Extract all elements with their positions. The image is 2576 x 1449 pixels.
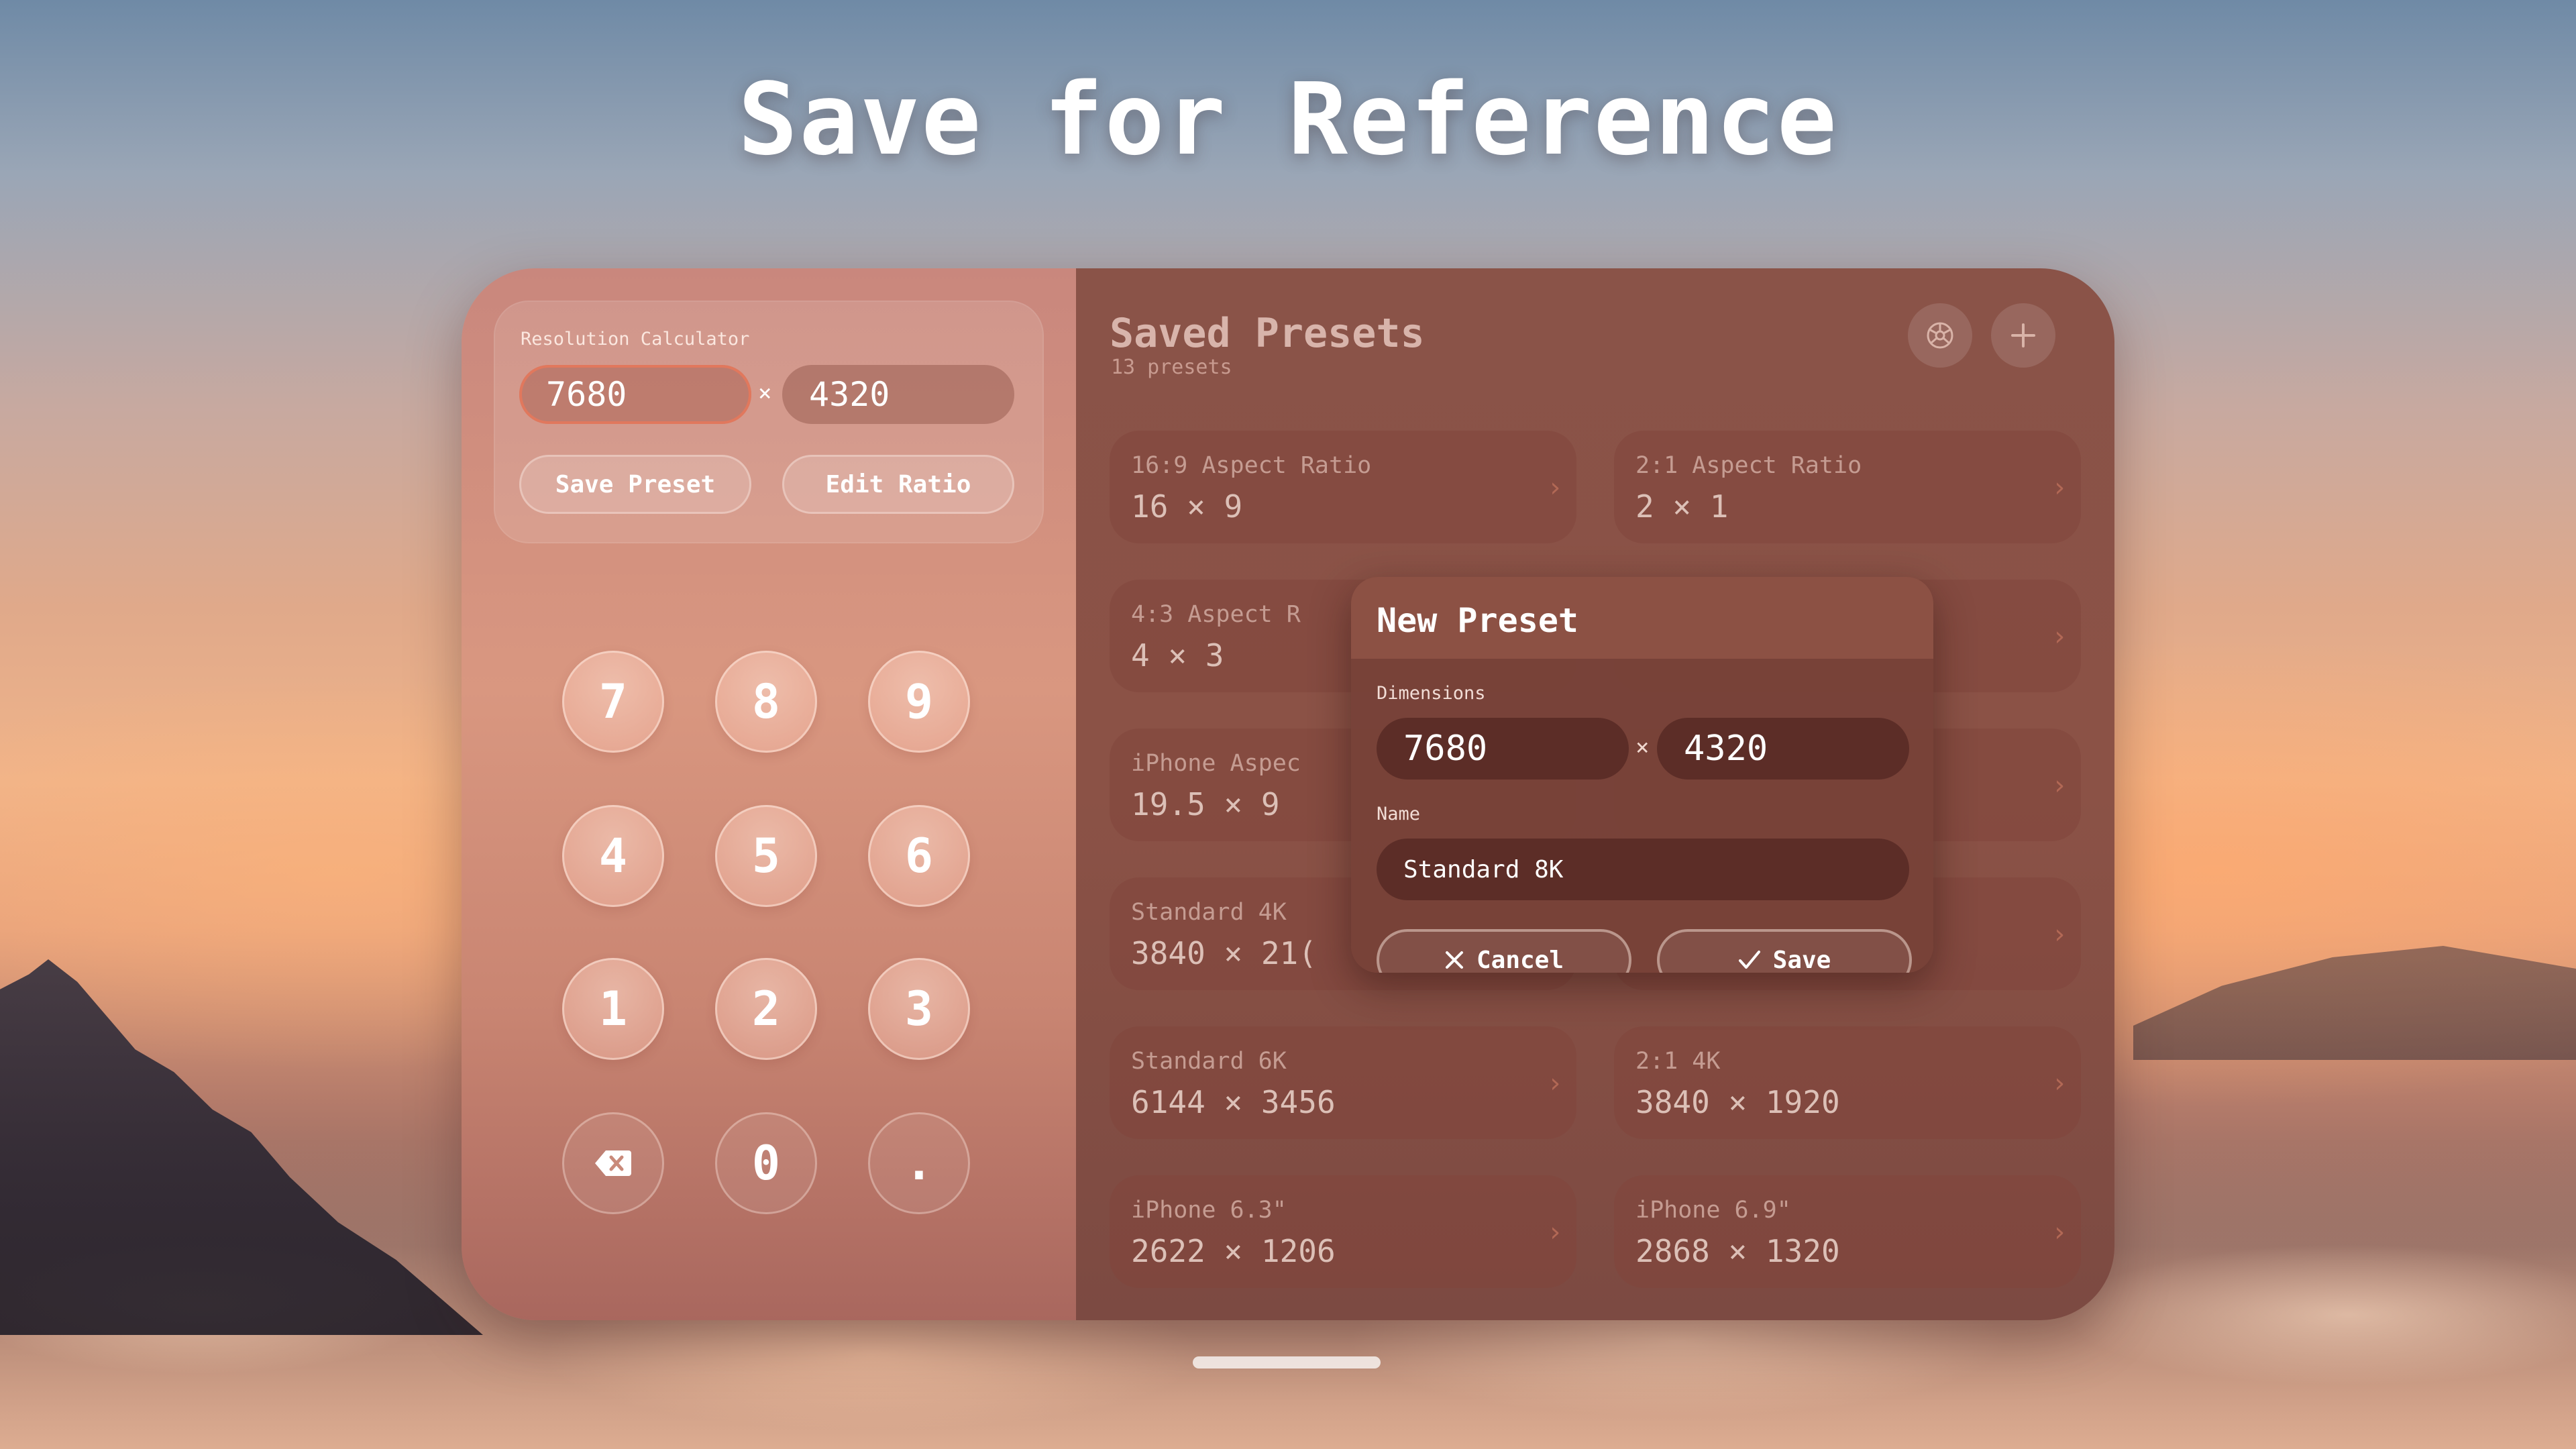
preset-name: iPhone 6.9"	[1635, 1197, 1791, 1224]
preset-name: 4:3 Aspect R	[1131, 601, 1301, 628]
dimensions-label: Dimensions	[1377, 683, 1486, 704]
preset-card[interactable]: 2:1 Aspect Ratio 2 × 1 ›	[1614, 431, 2081, 543]
key-9[interactable]: 9	[868, 651, 970, 753]
preset-name: iPhone 6.3"	[1131, 1197, 1287, 1224]
key-2[interactable]: 2	[715, 958, 817, 1060]
app-window: Resolution Calculator 7680 × 4320 Save P…	[462, 268, 2114, 1320]
preset-card[interactable]: iPhone 6.3" 2622 × 1206 ›	[1110, 1175, 1576, 1288]
chevron-right-icon: ›	[1546, 472, 1563, 503]
settings-button[interactable]	[1908, 303, 1972, 368]
calculator-pane: Resolution Calculator 7680 × 4320 Save P…	[462, 268, 1076, 1320]
preset-value: 3840 × 21(	[1131, 935, 1317, 971]
key-7[interactable]: 7	[562, 651, 664, 753]
chevron-right-icon: ›	[2051, 472, 2068, 503]
preset-name: 2:1 4K	[1635, 1048, 1721, 1075]
key-6[interactable]: 6	[868, 805, 970, 907]
preset-name: 16:9 Aspect Ratio	[1131, 452, 1372, 479]
key-4[interactable]: 4	[562, 805, 664, 907]
preset-name: Standard 4K	[1131, 899, 1287, 926]
key-0[interactable]: 0	[715, 1112, 817, 1214]
chevron-right-icon: ›	[1546, 1068, 1563, 1099]
preset-value: 6144 × 3456	[1131, 1084, 1336, 1120]
close-icon	[1445, 951, 1463, 969]
key-5[interactable]: 5	[715, 805, 817, 907]
cancel-label: Cancel	[1476, 946, 1564, 973]
name-label: Name	[1377, 804, 1421, 824]
chevron-right-icon: ›	[1546, 1217, 1563, 1248]
backspace-key[interactable]	[562, 1112, 664, 1214]
save-button[interactable]: Save	[1657, 929, 1912, 973]
chevron-right-icon: ›	[2051, 770, 2068, 801]
preset-value: 2868 × 1320	[1635, 1233, 1840, 1269]
preset-width-input[interactable]: 7680	[1377, 718, 1629, 780]
times-sign: ×	[1635, 734, 1650, 761]
cancel-button[interactable]: Cancel	[1377, 929, 1631, 973]
preset-card[interactable]: 2:1 4K 3840 × 1920 ›	[1614, 1026, 2081, 1139]
backspace-icon	[595, 1150, 631, 1176]
preset-name: iPhone Aspec	[1131, 750, 1301, 777]
chevron-right-icon: ›	[2051, 621, 2068, 652]
preset-card[interactable]: Standard 6K 6144 × 3456 ›	[1110, 1026, 1576, 1139]
key-1[interactable]: 1	[562, 958, 664, 1060]
presets-count: 13 presets	[1111, 356, 1232, 379]
calculator-title: Resolution Calculator	[521, 329, 750, 350]
dialog-header: New Preset	[1351, 577, 1933, 659]
preset-name: 2:1 Aspect Ratio	[1635, 452, 1862, 479]
resolution-calculator-card: Resolution Calculator 7680 × 4320 Save P…	[494, 301, 1044, 543]
plus-icon	[2011, 323, 2035, 347]
window-grabber[interactable]	[1193, 1356, 1381, 1368]
chevron-right-icon: ›	[2051, 919, 2068, 950]
preset-card[interactable]: iPhone 6.9" 2868 × 1320 ›	[1614, 1175, 2081, 1288]
height-field[interactable]: 4320	[782, 365, 1014, 424]
save-label: Save	[1772, 946, 1831, 973]
key-3[interactable]: 3	[868, 958, 970, 1060]
preset-height-input[interactable]: 4320	[1657, 718, 1909, 780]
preset-name: Standard 6K	[1131, 1048, 1287, 1075]
checkmark-icon	[1738, 951, 1760, 969]
width-field[interactable]: 7680	[519, 365, 751, 424]
dialog-title: New Preset	[1377, 601, 1579, 640]
times-sign: ×	[758, 380, 772, 407]
preset-value: 3840 × 1920	[1635, 1084, 1840, 1120]
chevron-right-icon: ›	[2051, 1068, 2068, 1099]
add-preset-button[interactable]	[1991, 303, 2055, 368]
key-decimal[interactable]: .	[868, 1112, 970, 1214]
new-preset-dialog: New Preset Dimensions 7680 × 4320 Name S…	[1351, 577, 1933, 973]
key-8[interactable]: 8	[715, 651, 817, 753]
headline: Save for Reference	[738, 62, 1838, 177]
save-preset-button[interactable]: Save Preset	[519, 455, 751, 514]
presets-title: Saved Presets	[1110, 310, 1425, 357]
preset-name-input[interactable]: Standard 8K	[1377, 839, 1909, 900]
preset-value: 4 × 3	[1131, 637, 1224, 674]
preset-value: 19.5 × 9	[1131, 786, 1280, 822]
settings-icon	[1927, 322, 1953, 349]
preset-value: 16 × 9	[1131, 488, 1243, 525]
chevron-right-icon: ›	[2051, 1217, 2068, 1248]
preset-card[interactable]: 16:9 Aspect Ratio 16 × 9 ›	[1110, 431, 1576, 543]
preset-value: 2622 × 1206	[1131, 1233, 1336, 1269]
edit-ratio-button[interactable]: Edit Ratio	[782, 455, 1014, 514]
distant-mountain	[2133, 946, 2576, 1060]
preset-value: 2 × 1	[1635, 488, 1729, 525]
